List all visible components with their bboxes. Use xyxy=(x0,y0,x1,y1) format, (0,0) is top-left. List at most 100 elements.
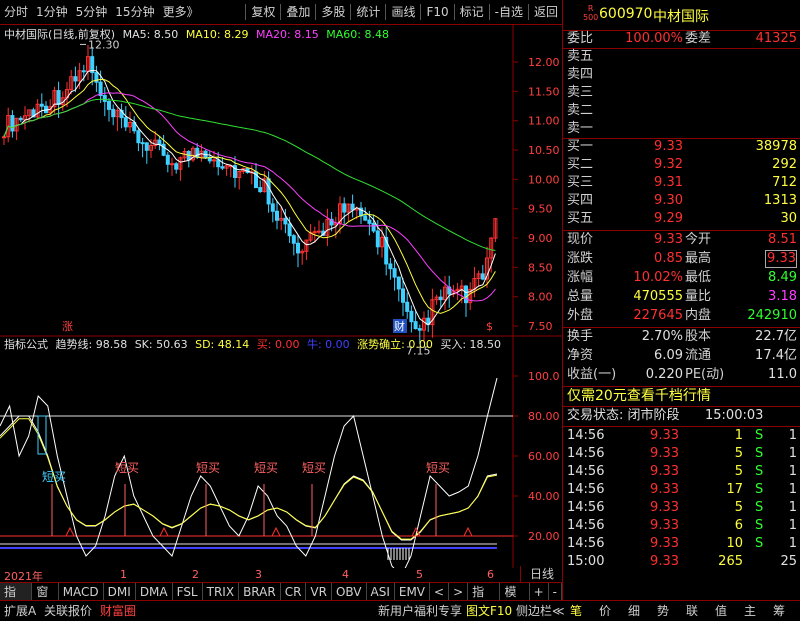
indicator-tab[interactable]: 窗口 xyxy=(32,583,59,617)
indicator-name[interactable]: 指标公式 xyxy=(4,338,48,351)
indicator-tab[interactable]: DMA xyxy=(136,583,173,601)
tool-button[interactable]: 统计 xyxy=(352,0,384,24)
quote-row: 14:56 9.33 5 S 1 xyxy=(563,499,800,517)
tool-button[interactable]: 标记 xyxy=(456,0,488,24)
indicator-tab[interactable]: > xyxy=(449,583,469,601)
tick-time: 14:56 xyxy=(567,518,605,533)
indicator-tab[interactable]: OBV xyxy=(332,583,367,601)
bottom-link[interactable]: 侧边栏≪ xyxy=(516,601,565,621)
sd-line xyxy=(0,418,498,540)
indicator-trend: 趋势线: 98.58 xyxy=(55,338,128,351)
ma60-line xyxy=(3,98,496,251)
indicator-tab[interactable]: MACD xyxy=(59,583,104,601)
tick-time: 14:56 xyxy=(567,428,605,443)
toolbar-separator xyxy=(488,4,490,20)
indicator-tab[interactable]: - xyxy=(549,583,562,601)
tick-price: 9.33 xyxy=(650,518,679,533)
quote-header: R 500 600970 中材国际 xyxy=(563,0,800,31)
tick-volume: 265 xyxy=(718,554,743,569)
candle-body xyxy=(317,230,321,233)
indicator-tab[interactable]: DMI xyxy=(104,583,136,601)
indicator-tab[interactable]: EMV xyxy=(395,583,431,601)
side-tab[interactable]: 值 xyxy=(715,601,727,621)
indicator-tab[interactable]: ASI xyxy=(367,583,395,601)
quote-row: 现价 9.33 今开 8.51 xyxy=(563,230,800,249)
indicator-tab[interactable]: 指标B xyxy=(468,583,501,617)
candle-body xyxy=(438,296,443,301)
period-button[interactable]: 15分钟 xyxy=(111,0,158,24)
tool-button[interactable]: 多股 xyxy=(317,0,349,24)
tool-button[interactable]: -自选 xyxy=(491,0,527,24)
candle-body xyxy=(165,154,170,165)
tick-side: S xyxy=(755,482,764,497)
candle-body xyxy=(405,301,410,312)
side-tab[interactable]: 细 xyxy=(628,601,640,621)
stock-name-label: 中材国际(日线,前复权) xyxy=(4,28,116,41)
candle-body xyxy=(296,242,300,254)
chart-area[interactable]: 12.00 11.50 11.00 10.50 10.00 9.50 9.00 8.50 8.0… xyxy=(0,24,562,568)
indicator-sd: SD: 48.14 xyxy=(195,338,250,351)
fund-label: 收益(一) xyxy=(567,367,617,382)
event-mark-cai: 财 xyxy=(394,319,405,333)
side-tab[interactable]: 主 xyxy=(744,601,756,621)
side-tab[interactable]: 势 xyxy=(657,601,669,621)
candle-body xyxy=(174,163,179,170)
bottom-link[interactable]: 图文F10 xyxy=(466,601,512,621)
quote-row: 卖二 xyxy=(563,102,800,120)
indicator-tab[interactable]: CR xyxy=(281,583,307,601)
short-buy-label: 短买 xyxy=(196,461,220,475)
period-button[interactable]: 分时 xyxy=(0,0,32,24)
indicator-tab[interactable]: + xyxy=(530,583,549,601)
stat-value: 8.51 xyxy=(768,232,797,247)
tool-button[interactable]: 复权 xyxy=(247,0,279,24)
candle-body xyxy=(136,130,141,144)
event-mark-dollar: $ xyxy=(486,320,493,333)
bottom-link[interactable]: 扩展A xyxy=(4,601,36,621)
tool-button[interactable]: 画线 xyxy=(387,0,419,24)
kline-chart[interactable]: 12.00 11.50 11.00 10.50 10.00 9.50 9.00 8.50 8.0… xyxy=(0,24,562,568)
indicator-tab[interactable]: VR xyxy=(306,583,332,601)
tick-side: S xyxy=(755,446,764,461)
bottom-link[interactable]: 关联报价 xyxy=(44,601,92,621)
quote-row: 14:56 9.33 5 S 1 xyxy=(563,445,800,463)
tool-button[interactable]: F10 xyxy=(422,0,452,24)
tool-button[interactable]: 返回 xyxy=(530,0,562,24)
buy-volume: 1313 xyxy=(763,193,797,208)
candle-body xyxy=(216,159,221,168)
indicator-tab[interactable]: < xyxy=(430,583,450,601)
quote-row: 14:56 9.33 10 S 1 xyxy=(563,535,800,553)
bottom-link[interactable]: 财富圈 xyxy=(100,601,136,621)
tick-price: 9.33 xyxy=(650,500,679,515)
candle-body xyxy=(170,163,174,166)
stat-label: 外盘 xyxy=(567,308,594,323)
period-label[interactable]: 日线 xyxy=(520,566,563,582)
side-tab[interactable]: 价 xyxy=(599,601,611,621)
period-button[interactable]: 5分钟 xyxy=(72,0,112,24)
fund-value: 2.70% xyxy=(641,329,683,344)
stat-label: 量比 xyxy=(685,289,712,304)
buy-price: 9.32 xyxy=(654,157,683,172)
period-button[interactable]: 更多》 xyxy=(159,0,203,24)
indicator-tab[interactable]: TRIX xyxy=(203,583,240,601)
indicator-tab[interactable]: 指标A xyxy=(0,583,33,617)
bottom-link[interactable]: 新用户福利专享 xyxy=(378,601,462,621)
candle-body xyxy=(81,70,86,73)
quote-row: 换手 2.70% 股本 22.7亿 xyxy=(563,327,800,346)
quote-row: 15:00 9.33 265 25 xyxy=(563,553,800,571)
period-button[interactable]: 1分钟 xyxy=(32,0,72,24)
indicator-tab[interactable]: BRAR xyxy=(239,583,281,601)
tool-button[interactable]: 叠加 xyxy=(282,0,314,24)
quote-row[interactable]: 仅需20元查看千档行情 xyxy=(563,386,800,406)
stat-label: 最高 xyxy=(685,251,712,266)
sk-line xyxy=(0,415,498,541)
side-tab[interactable]: 筹 xyxy=(773,601,785,621)
ma-legend: 中材国际(日线,前复权) MA5: 8.50 MA10: 8.29 MA20: … xyxy=(4,26,393,42)
candle-body xyxy=(417,328,422,331)
indicator-tab[interactable]: 模 板 xyxy=(500,583,530,617)
indicator-tabs: 指标A窗口MACDDMIDMAFSLTRIXBRARCRVROBVASIEMV<… xyxy=(0,582,562,617)
candle-body xyxy=(107,100,111,110)
side-tab[interactable]: 笔 xyxy=(570,601,582,621)
side-tab[interactable]: 联 xyxy=(686,601,698,621)
indicator-tab[interactable]: FSL xyxy=(173,583,203,601)
tick-time: 14:56 xyxy=(567,536,605,551)
